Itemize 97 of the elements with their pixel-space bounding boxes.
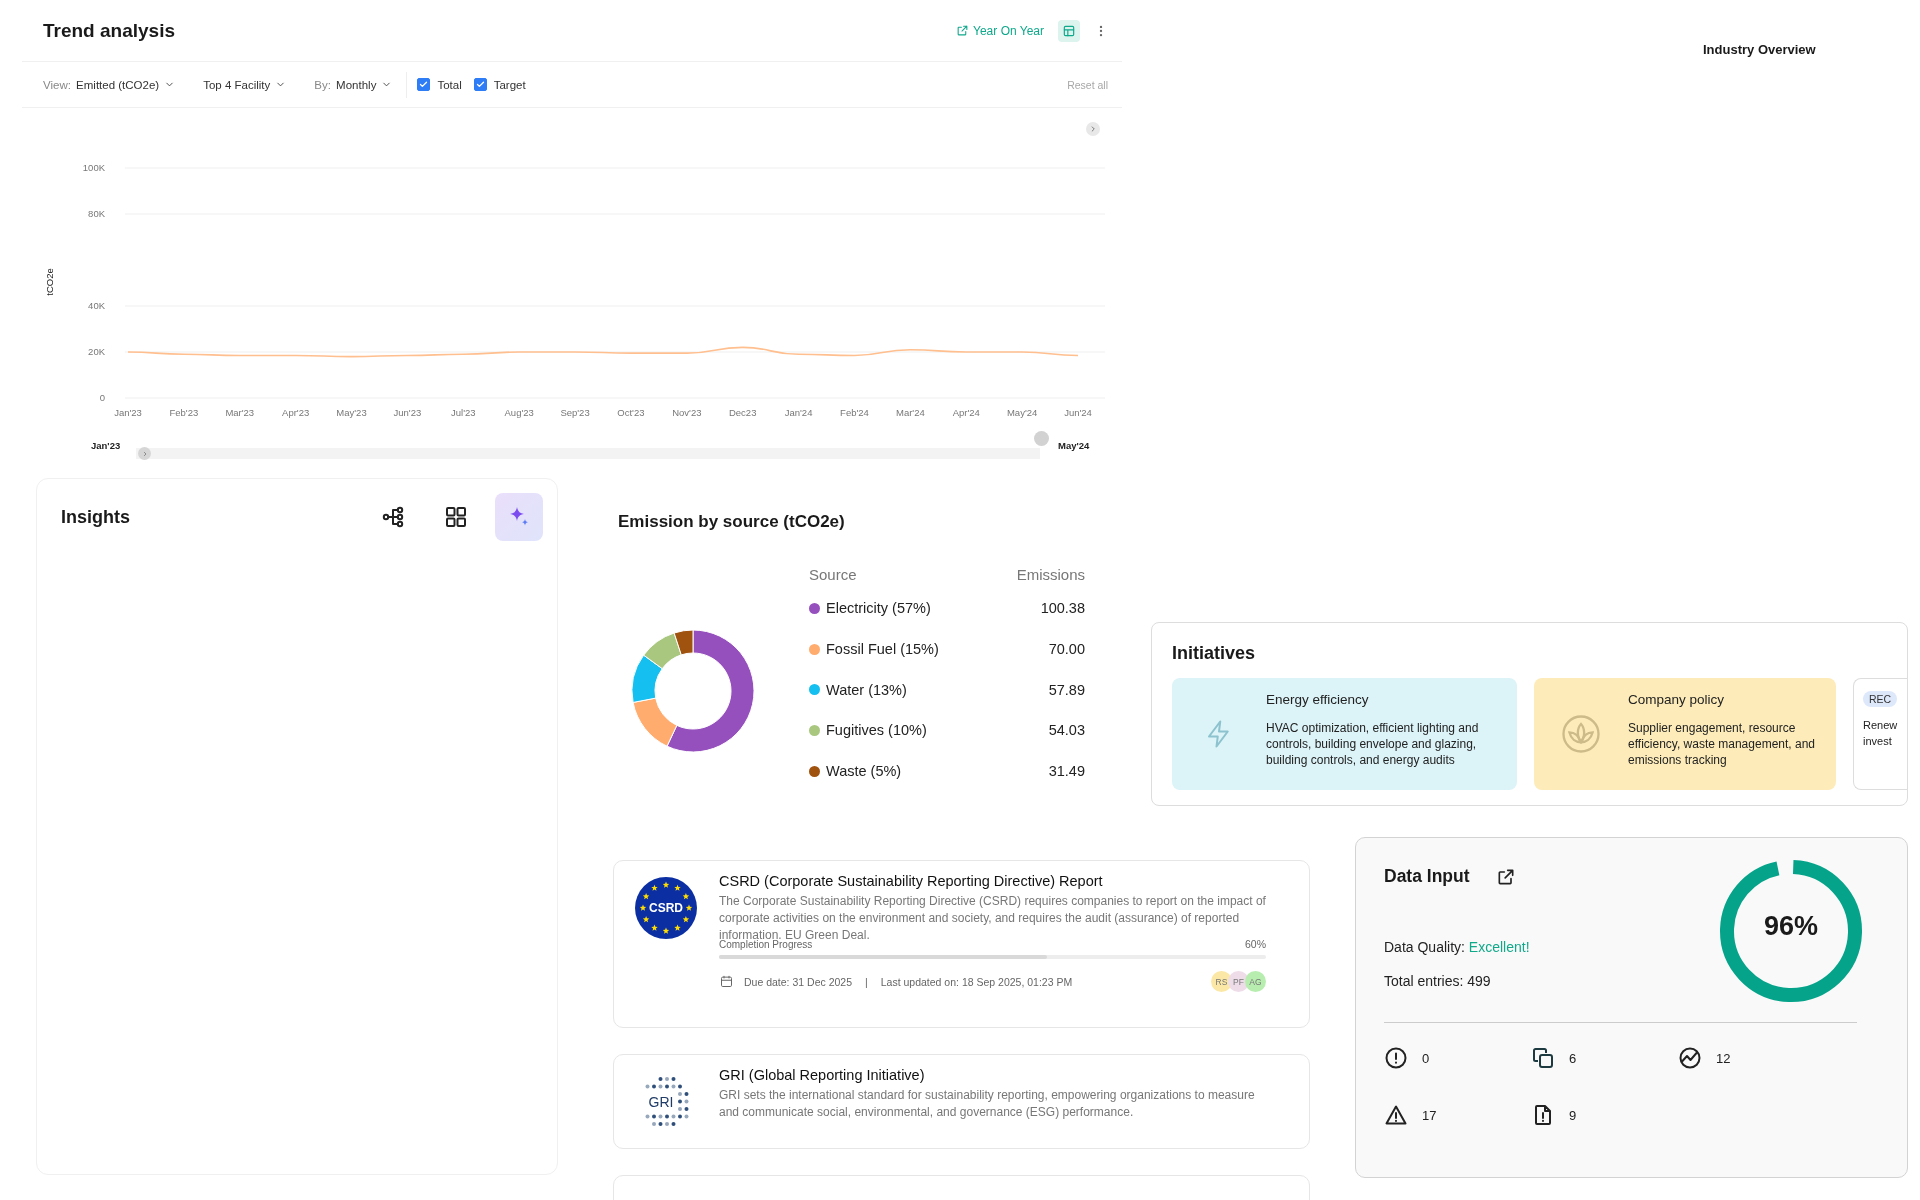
axis-tick-label: Jan'23	[114, 407, 142, 418]
avatar[interactable]: RS	[1211, 971, 1232, 992]
copy-icon	[1531, 1046, 1555, 1070]
column-header: Source	[809, 565, 858, 583]
separator: |	[865, 975, 868, 988]
axis-tick-label: Jul'23	[451, 407, 476, 418]
section-title: Emission by source (tCO2e)	[618, 512, 846, 532]
stat-count: 12	[1716, 1050, 1731, 1066]
warning-icon	[1384, 1103, 1408, 1127]
legend-label: Fugitives (10%)	[826, 722, 928, 739]
last-updated: Last updated on: 18 Sep 2025, 01:23 PM	[880, 975, 1073, 988]
axis-tick-label: 20K	[88, 346, 105, 357]
axis-tick-label: Feb'24	[840, 407, 869, 418]
axis-tick-label: 40K	[88, 300, 105, 311]
axis-tick-label: Aug'23	[504, 407, 534, 418]
axis-tick-label: Oct'23	[617, 407, 645, 418]
column-header: Emissions	[1016, 565, 1085, 583]
axis-tick-label: Mar'24	[896, 407, 925, 418]
legend-label: Water (13%)	[826, 681, 908, 698]
external-link-icon	[956, 24, 970, 37]
calendar-icon	[719, 974, 734, 989]
hierarchy-icon	[381, 505, 405, 529]
table-cell: 54.03	[1048, 722, 1085, 739]
dropdown[interactable]: Top 4 Facility	[203, 78, 287, 91]
range-handle[interactable]	[1034, 431, 1049, 446]
report-description: GRI sets the international standard for sustainability reporting, empowering organizations to measure and communicate social, environmental, and governance (ESG) performance.	[719, 1087, 1256, 1121]
axis-tick-label: Feb'23	[169, 407, 199, 418]
axis-tick-label: Nov'23	[672, 407, 702, 418]
stat-count: 0	[1422, 1050, 1430, 1066]
avatar[interactable]: AG	[1245, 971, 1266, 992]
card-title: Insights	[61, 506, 130, 528]
quality-label: Data Quality:	[1384, 939, 1466, 955]
axis-tick-label: Apr'23	[282, 407, 310, 418]
table-icon	[1062, 23, 1076, 38]
table-cell: 57.89	[1048, 681, 1085, 698]
legend-label: Fossil Fuel (15%)	[826, 641, 940, 658]
table-view-button[interactable]	[1058, 19, 1080, 42]
checkbox[interactable]	[473, 78, 487, 91]
card-description: Renew invest	[1863, 718, 1899, 749]
due-date: Due date: 31 Dec 2025	[744, 975, 852, 988]
table-cell: 31.49	[1048, 763, 1085, 780]
card-title: Initiatives	[1172, 643, 1257, 664]
table-cell: 100.38	[1040, 600, 1085, 617]
card-title: Data Input	[1384, 866, 1470, 887]
axis-tick-label: May'24	[1006, 407, 1038, 418]
grid-icon	[444, 505, 468, 529]
axis-tick-label: May'23	[336, 407, 367, 418]
axis-tick-label: Sep'23	[560, 407, 590, 418]
legend-label: Electricity (57%)	[826, 600, 932, 617]
dropdown[interactable]: By: Monthly	[314, 78, 393, 91]
report-logo: GRI	[635, 1071, 697, 1133]
stat-count: 17	[1422, 1107, 1437, 1123]
alert-circle-icon	[1384, 1046, 1408, 1070]
stat-count: 6	[1569, 1050, 1577, 1066]
progress-label: Completion Progress	[719, 939, 813, 950]
lotus-icon	[1561, 714, 1601, 754]
card-description: Supplier engagement, resource efficiency, waste management, and emissions tracking	[1628, 720, 1816, 768]
axis-tick-label: Jan'24	[784, 407, 813, 418]
initiative-card[interactable]: REC Renew invest	[1853, 678, 1907, 790]
report-logo: CSRD	[635, 877, 697, 939]
card-title: Company policy	[1628, 692, 1726, 707]
table-cell: 70.00	[1048, 641, 1085, 658]
range-start-label: Jan'23	[91, 439, 122, 451]
dropdown[interactable]: View: Emitted (tCO2e)	[43, 78, 176, 91]
card-description: HVAC optimization, efficient lighting and controls, building envelope and glazing, building controls, and energy audits	[1266, 720, 1480, 768]
range-handle[interactable]	[138, 447, 151, 460]
checkbox-label: Total	[437, 78, 462, 91]
range-end-label: May'24	[1058, 439, 1090, 451]
progress-value: 96%	[1762, 911, 1819, 942]
axis-tick-label: Jun'24	[1064, 407, 1092, 418]
sparkle-button[interactable]	[495, 493, 543, 541]
axis-tick-label: 80K	[88, 208, 105, 219]
report-title: GRI (Global Reporting Initiative)	[719, 1067, 926, 1083]
report-card[interactable]	[613, 860, 1310, 1028]
trend-circle-icon	[1678, 1046, 1702, 1070]
quality-value: Excellent!	[1468, 939, 1530, 955]
total-entries: Total entries: 499	[1384, 973, 1492, 989]
scroll-right-button[interactable]	[1086, 122, 1100, 136]
card-title: Trend analysis	[43, 19, 175, 42]
initiative-card[interactable]: Energy efficiency HVAC optimization, efficient lighting and controls, building envelope and glazing, building controls, and energy audits	[1172, 678, 1517, 790]
axis-title: tCO2e	[44, 268, 55, 296]
checkbox[interactable]	[417, 78, 431, 91]
card-title: Energy efficiency	[1266, 692, 1370, 707]
legend-label: Waste (5%)	[826, 763, 903, 780]
stat-count: 9	[1569, 1107, 1577, 1123]
axis-tick-label: 0	[99, 392, 105, 403]
initiative-card[interactable]: Company policy Supplier engagement, resource efficiency, waste management, and emissions tracking	[1534, 678, 1836, 790]
report-title: CSRD (Corporate Sustainability Reporting Directive) Report	[719, 873, 1104, 889]
section-title: Industry Overview	[1703, 42, 1816, 57]
axis-tick-label: 100K	[82, 162, 105, 173]
axis-tick-label: Mar'23	[225, 407, 255, 418]
axis-tick-label: Dec23	[728, 407, 757, 418]
axis-tick-label: Apr'24	[952, 407, 980, 418]
progress-value: 60%	[1245, 938, 1266, 950]
checkbox-label: Target	[493, 78, 526, 91]
tag: REC	[1863, 691, 1898, 707]
axis-tick-label: Jun'23	[393, 407, 422, 418]
